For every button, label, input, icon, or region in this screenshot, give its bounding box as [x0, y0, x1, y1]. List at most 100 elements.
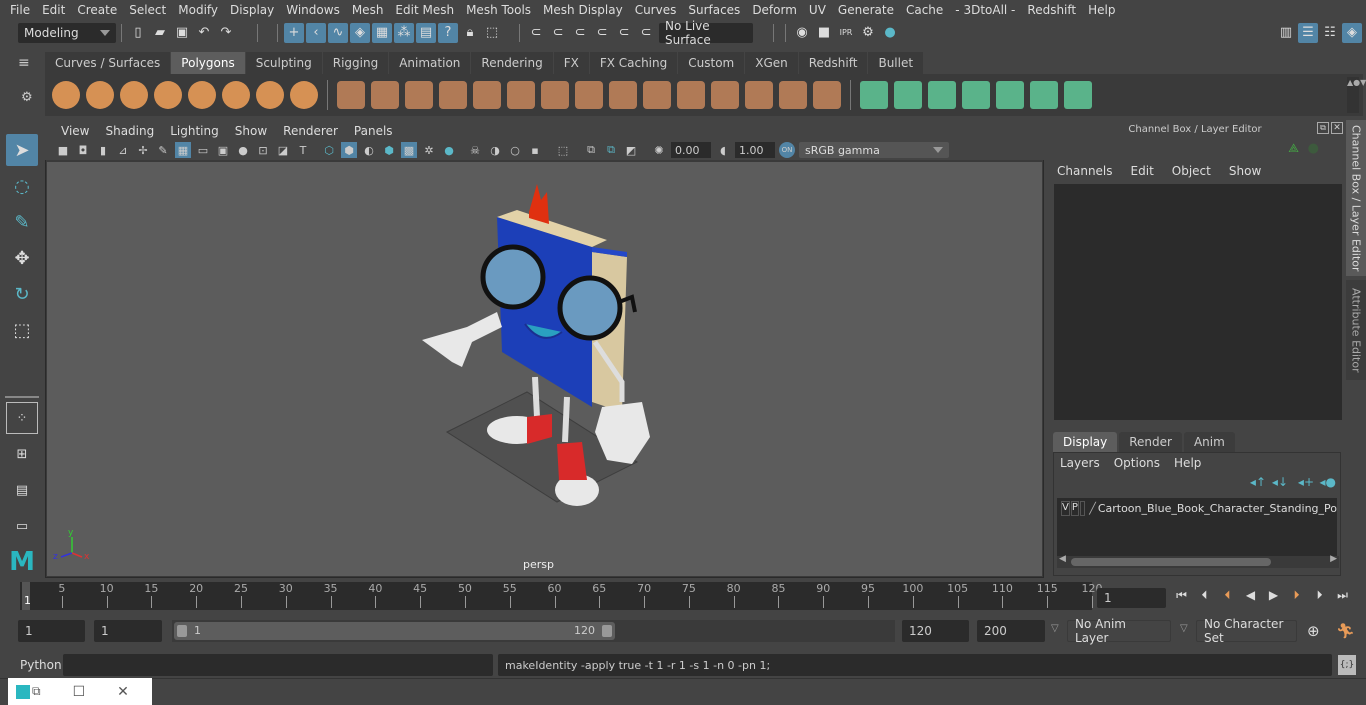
command-input[interactable]: [63, 654, 493, 676]
bevel-icon[interactable]: [473, 81, 501, 109]
spherical-uv-icon[interactable]: [928, 81, 956, 109]
ipr-render-icon[interactable]: IPR: [836, 23, 856, 43]
select-tool-icon[interactable]: ➤: [6, 134, 38, 166]
select-surface-icon[interactable]: ◈: [350, 22, 370, 43]
lock-icon[interactable]: 🔒︎: [460, 23, 480, 43]
snap-point-icon[interactable]: ⊂: [570, 23, 590, 43]
unfold-icon[interactable]: [996, 81, 1024, 109]
menu-redshift[interactable]: Redshift: [1021, 3, 1082, 17]
viewport-menu-renderer[interactable]: Renderer: [275, 124, 346, 138]
poly-cylinder-icon[interactable]: [120, 81, 148, 109]
shelf-tab-rendering[interactable]: Rendering: [471, 52, 554, 74]
poly-torus-icon[interactable]: [222, 81, 250, 109]
layer-tab-display[interactable]: Display: [1053, 432, 1118, 452]
step-forward-frame-icon[interactable]: ⏵: [1308, 585, 1331, 605]
textured-icon[interactable]: ▩: [401, 142, 417, 158]
fill-hole-icon[interactable]: [643, 81, 671, 109]
poly-cube-icon[interactable]: [86, 81, 114, 109]
redo-icon[interactable]: ↷: [216, 23, 236, 43]
gamma-field[interactable]: 1.00: [735, 142, 775, 158]
menu-surfaces[interactable]: Surfaces: [682, 3, 746, 17]
side-tab-attribute-editor[interactable]: Attribute Editor: [1346, 280, 1366, 380]
gamma-icon[interactable]: ◖: [715, 142, 731, 158]
select-render-icon[interactable]: ▤: [416, 22, 436, 43]
snap-surface-icon[interactable]: ⊂: [614, 23, 634, 43]
viewport-menu-view[interactable]: View: [53, 124, 97, 138]
menu-create[interactable]: Create: [71, 3, 123, 17]
new-layer-icon[interactable]: ◂+: [1298, 475, 1314, 489]
snap-curve-icon[interactable]: ⊂: [548, 23, 568, 43]
color-space-dropdown[interactable]: sRGB gamma: [799, 142, 949, 158]
float-panel-icon[interactable]: ⧉: [1317, 122, 1329, 134]
menu-edit-mesh[interactable]: Edit Mesh: [389, 3, 460, 17]
menu-file[interactable]: File: [4, 3, 36, 17]
xray-icon[interactable]: ⧉: [583, 142, 599, 158]
quad-draw-icon[interactable]: [779, 81, 807, 109]
extrude-icon[interactable]: [507, 81, 535, 109]
grid-icon[interactable]: ▦: [175, 142, 191, 158]
menu-display[interactable]: Display: [224, 3, 280, 17]
bridge-icon[interactable]: [541, 81, 569, 109]
close-icon[interactable]: ✕: [1331, 122, 1343, 134]
uv-icon[interactable]: [813, 81, 841, 109]
channel-menu-channels[interactable]: Channels: [1057, 164, 1113, 178]
close-icon[interactable]: ✕: [117, 684, 129, 700]
book-character-model[interactable]: y x z: [47, 162, 1042, 576]
use-all-lights-icon[interactable]: ✲: [421, 142, 437, 158]
render-view-icon[interactable]: ◉: [792, 23, 812, 43]
channel-menu-edit[interactable]: Edit: [1131, 164, 1154, 178]
poly-pipe-icon[interactable]: [290, 81, 318, 109]
image-plane-icon[interactable]: ⊿: [115, 142, 131, 158]
layer-row[interactable]: V P ╱ Cartoon_Blue_Book_Character_Standi…: [1057, 498, 1337, 518]
poly-sphere-icon[interactable]: [52, 81, 80, 109]
wireframe-icon[interactable]: ⬡: [321, 142, 337, 158]
gate-mask-icon[interactable]: ●: [235, 142, 251, 158]
shelf-tab-fx-caching[interactable]: FX Caching: [589, 52, 679, 74]
menu-select[interactable]: Select: [123, 3, 172, 17]
target-weld-icon[interactable]: [677, 81, 705, 109]
live-surface-field[interactable]: No Live Surface: [659, 19, 753, 47]
snap-grid-icon[interactable]: ⊂: [526, 23, 546, 43]
viewport-menu-lighting[interactable]: Lighting: [162, 124, 227, 138]
boolean-icon[interactable]: [711, 81, 739, 109]
sculpt-icon[interactable]: [745, 81, 773, 109]
ambient-occlusion-icon[interactable]: ☠: [467, 142, 483, 158]
poly-diamond-icon[interactable]: [188, 81, 216, 109]
step-back-key-icon[interactable]: ⏴: [1216, 585, 1239, 605]
smooth-icon[interactable]: [439, 81, 467, 109]
uv-editor-icon[interactable]: [1030, 81, 1058, 109]
menu-generate[interactable]: Generate: [832, 3, 900, 17]
shelf-tab-polygons[interactable]: Polygons: [171, 52, 246, 74]
rotate-tool-icon[interactable]: ↻: [6, 278, 38, 310]
move-tool-icon[interactable]: ✥: [6, 242, 38, 274]
menu-cache[interactable]: Cache: [900, 3, 949, 17]
anim-layer-dropdown[interactable]: No Anim Layer: [1067, 617, 1171, 645]
snap-view-icon[interactable]: ⊂: [592, 23, 612, 43]
poly-pyramid-icon[interactable]: [256, 81, 284, 109]
maximize-icon[interactable]: ☐: [73, 684, 86, 700]
shelf-tab-bullet[interactable]: Bullet: [868, 52, 925, 74]
layer-menu-options[interactable]: Options: [1114, 456, 1160, 470]
camera-icon[interactable]: ■: [55, 142, 71, 158]
shelf-tab-custom[interactable]: Custom: [678, 52, 746, 74]
render-frame-icon[interactable]: ■: [814, 23, 834, 43]
outliner-layout-icon[interactable]: ▤: [6, 474, 38, 506]
select-component-icon[interactable]: ‹: [306, 22, 326, 43]
layer-menu-layers[interactable]: Layers: [1060, 456, 1100, 470]
layer-name[interactable]: Cartoon_Blue_Book_Character_Standing_Po: [1098, 502, 1337, 515]
anti-aliasing-icon[interactable]: ○: [507, 142, 523, 158]
menu-windows[interactable]: Windows: [280, 3, 346, 17]
combine-icon[interactable]: [337, 81, 365, 109]
wireframe-on-shaded-icon[interactable]: ⬢: [381, 142, 397, 158]
color-management-toggle-icon[interactable]: ON: [779, 142, 795, 158]
channel-menu-show[interactable]: Show: [1229, 164, 1261, 178]
menu-curves[interactable]: Curves: [629, 3, 683, 17]
shelf-tab-fx[interactable]: FX: [553, 52, 590, 74]
render-settings-icon[interactable]: ⚙: [858, 23, 878, 43]
graph-layout-icon[interactable]: ▭: [6, 510, 38, 542]
playback-start-field[interactable]: 1: [94, 620, 162, 642]
scroll-left-icon[interactable]: ◀: [1059, 554, 1066, 564]
viewport-menu-show[interactable]: Show: [227, 124, 275, 138]
paint-select-tool-icon[interactable]: ✎: [6, 206, 38, 238]
playback-end-field[interactable]: 120: [902, 620, 969, 642]
